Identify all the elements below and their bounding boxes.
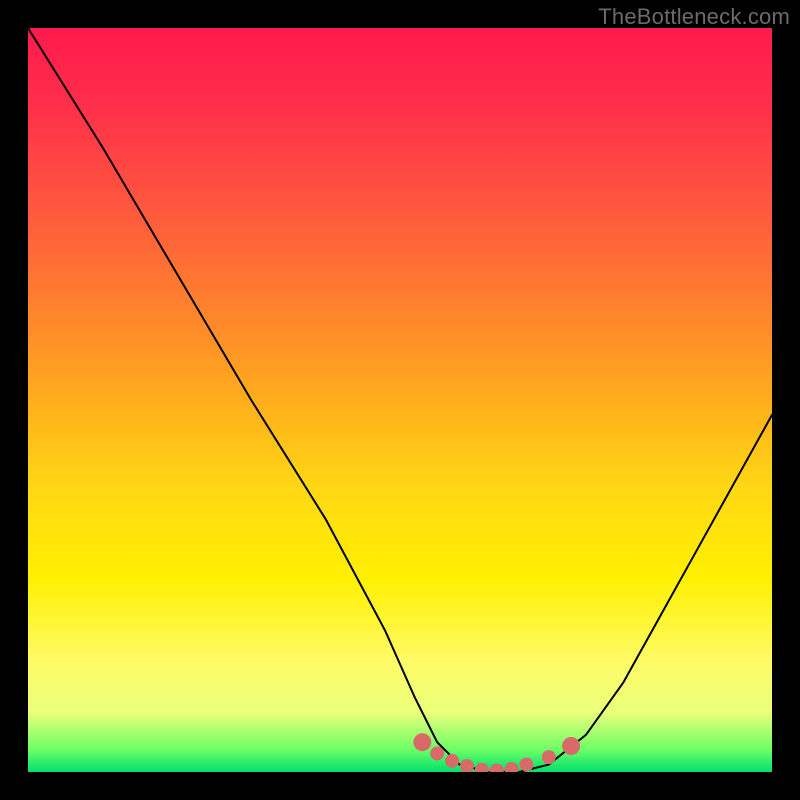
optimum-marker bbox=[519, 758, 533, 772]
optimum-marker bbox=[490, 764, 504, 772]
optimum-marker bbox=[430, 746, 444, 760]
optimum-marker bbox=[562, 737, 580, 755]
optimum-marker bbox=[413, 733, 431, 751]
optimum-marker bbox=[475, 763, 489, 772]
optimum-marker bbox=[445, 754, 459, 768]
optimum-marker-group bbox=[413, 733, 580, 772]
chart-frame: TheBottleneck.com bbox=[0, 0, 800, 800]
bottleneck-curve bbox=[28, 28, 772, 772]
plot-svg-layer bbox=[28, 28, 772, 772]
optimum-marker bbox=[542, 750, 556, 764]
optimum-marker bbox=[505, 762, 519, 772]
optimum-marker bbox=[460, 759, 474, 772]
watermark-text: TheBottleneck.com bbox=[598, 4, 790, 30]
